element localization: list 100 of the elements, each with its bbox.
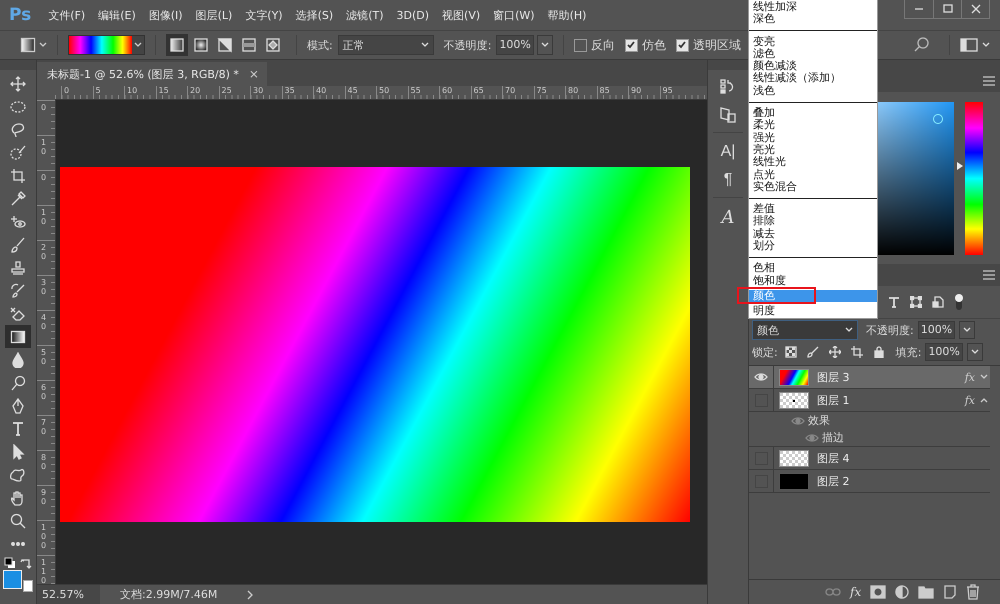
layer-row[interactable]: 图层 1 fx <box>749 389 990 412</box>
type-icon <box>10 420 26 436</box>
foreground-color-swatch[interactable] <box>3 570 22 589</box>
layer-row[interactable]: 图层 2 <box>749 470 990 493</box>
slider-arrow-icon[interactable] <box>957 162 963 170</box>
chevron-down-icon <box>980 373 988 381</box>
menu-item[interactable]: 文件(F) <box>43 8 90 22</box>
menu-item[interactable]: 3D(D) <box>392 8 434 22</box>
transform-icon[interactable] <box>910 296 922 308</box>
checkbox[interactable] <box>676 38 689 52</box>
toggle-icon[interactable] <box>954 293 964 311</box>
dashed-ellipse-icon <box>10 98 26 114</box>
layer-row[interactable]: 图层 4 <box>749 447 990 470</box>
menu-item[interactable]: 视图(V) <box>437 8 486 22</box>
ruler-number: 80 <box>41 454 48 472</box>
caret-icon <box>39 41 47 49</box>
menu-item[interactable]: 滤镜(T) <box>341 8 388 22</box>
mask-icon[interactable] <box>870 585 886 599</box>
menu-icon[interactable] <box>982 270 996 280</box>
menu-item[interactable]: 文字(Y) <box>240 8 288 22</box>
panel-dock-button[interactable]: ¶ <box>713 167 743 193</box>
menu-item[interactable]: 选择(S) <box>290 8 338 22</box>
brush-icon[interactable] <box>806 346 819 358</box>
panel-dock-button[interactable]: A <box>713 204 743 230</box>
document-tab[interactable]: 未标题-1 @ 52.6% (图层 3, RGB/8) * × <box>37 62 267 86</box>
radial-gradient-icon <box>193 37 209 53</box>
menu-option[interactable]: 明度 <box>749 305 877 318</box>
search-icon[interactable] <box>913 36 931 54</box>
opacity-dropdown-button[interactable] <box>536 35 553 55</box>
caret-icon <box>845 326 853 334</box>
gradient-picker[interactable] <box>68 35 145 55</box>
expand-toggle[interactable] <box>978 373 990 381</box>
checkbox-label[interactable]: 透明区域 <box>692 36 741 54</box>
gradient-type-button[interactable] <box>166 34 188 56</box>
half-circle-icon[interactable] <box>895 585 910 599</box>
ruler-number: 20 <box>187 86 218 99</box>
tool-preset-picker[interactable] <box>20 37 47 53</box>
checkmark-icon <box>677 40 688 50</box>
panel-dock-button[interactable]: A| <box>713 139 743 165</box>
document-icon[interactable] <box>932 296 944 308</box>
type-icon[interactable] <box>888 296 900 308</box>
menu-item[interactable]: 帮助(H) <box>542 8 592 22</box>
menu-item[interactable]: 图层(L) <box>190 8 238 22</box>
crop-icon[interactable] <box>850 346 863 358</box>
background-color-swatch[interactable] <box>23 580 33 592</box>
layer-thumbnail <box>779 368 809 386</box>
trash-icon[interactable] <box>966 584 980 600</box>
swap-colors-icon <box>20 557 32 569</box>
menu-icon[interactable] <box>982 76 996 86</box>
menu-item[interactable]: 窗口(W) <box>488 8 540 22</box>
fill-field[interactable]: 100% <box>925 343 963 361</box>
checkbox-label[interactable]: 仿色 <box>642 36 666 54</box>
expand-toggle[interactable] <box>978 396 990 404</box>
new-layer-icon[interactable] <box>943 585 958 599</box>
opacity-field[interactable]: 100% <box>496 35 534 55</box>
ruler-number: 90 <box>628 86 660 99</box>
menu-option[interactable]: 排除 <box>749 215 877 228</box>
checkbox[interactable] <box>624 38 638 52</box>
opacity-field[interactable]: 100% <box>918 321 956 339</box>
menu-option[interactable]: 变亮 <box>749 36 877 48</box>
blend-mode-dropdown[interactable]: 颜色 <box>752 320 858 340</box>
checkbox-label[interactable]: 反向 <box>590 36 615 54</box>
layer-row[interactable]: 图层 3 fx <box>749 366 990 389</box>
fill-dropdown-button[interactable] <box>966 343 983 361</box>
workspace-button[interactable] <box>960 38 990 52</box>
menu-item[interactable]: 编辑(E) <box>93 8 141 22</box>
menu-option[interactable]: 划分 <box>749 240 877 252</box>
menu-option[interactable]: 线性光 <box>749 156 877 169</box>
folder-icon[interactable] <box>918 585 934 599</box>
menu-option[interactable]: 滤色 <box>749 48 877 60</box>
menu-option[interactable]: 颜色减淡 <box>749 60 877 72</box>
move-icon[interactable] <box>828 346 841 358</box>
color-picker-ring[interactable] <box>933 114 943 124</box>
tool-button[interactable] <box>5 325 31 348</box>
eye-icon[interactable] <box>754 371 768 383</box>
menu-option[interactable]: 柔光 <box>749 119 877 132</box>
lock-icon[interactable] <box>872 346 885 358</box>
menu-option[interactable]: 点光 <box>749 168 877 181</box>
menu-option[interactable]: 叠加 <box>749 107 877 120</box>
hue-slider[interactable] <box>957 102 983 255</box>
menu-option[interactable]: 差值 <box>749 203 877 216</box>
menu-item[interactable]: 图像(I) <box>144 8 188 22</box>
zoom-field[interactable]: 52.57% <box>37 585 100 604</box>
menu-option[interactable]: 实色混合 <box>749 180 877 194</box>
menu-option[interactable]: 深色 <box>749 13 877 26</box>
menu-option[interactable]: 浅色 <box>749 84 877 98</box>
checkerboard-icon[interactable] <box>784 346 797 358</box>
mode-dropdown[interactable]: 正常 <box>338 35 434 55</box>
tab-close-button[interactable]: × <box>248 67 259 81</box>
menu-option[interactable]: 强光 <box>749 132 877 144</box>
menu-option[interactable]: 色相 <box>749 262 877 275</box>
opacity-dropdown-button[interactable] <box>959 321 976 339</box>
menu-option[interactable]: 亮光 <box>749 144 877 156</box>
ruler-number: 0 <box>41 174 48 183</box>
menu-option[interactable]: 减去 <box>749 228 877 240</box>
gradient-swatch <box>69 36 132 54</box>
menu-option[interactable]: 线性加深 <box>749 1 877 14</box>
caret-icon <box>982 41 990 49</box>
add-style-button[interactable]: fx <box>850 585 862 599</box>
checkbox[interactable] <box>574 38 587 52</box>
